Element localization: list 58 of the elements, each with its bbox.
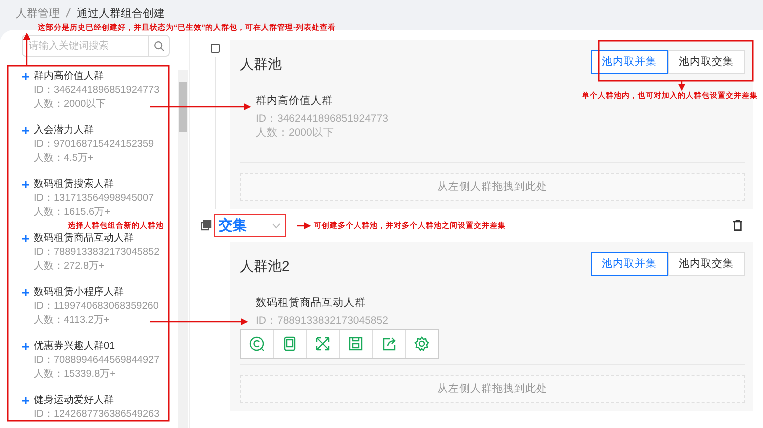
search-button[interactable] bbox=[148, 35, 170, 57]
member-name: 数码租赁商品互动人群 bbox=[256, 296, 366, 310]
audience-id: ID：1242687736386549263 bbox=[33, 408, 161, 422]
tablet-icon[interactable] bbox=[282, 336, 298, 352]
audience-id: ID：970168715424152359 bbox=[33, 138, 156, 152]
member-id: ID：3462441896851924773 bbox=[256, 112, 388, 126]
audience-id: ID：7088994644569844927 bbox=[33, 354, 161, 368]
audience-name[interactable]: 数码租赁小程序人群 bbox=[34, 286, 124, 300]
audience-name[interactable]: 优惠券兴趣人群01 bbox=[34, 340, 116, 354]
audience-count: 人数：2000以下 bbox=[33, 98, 108, 112]
mode-tab[interactable]: 池内取交集 bbox=[668, 50, 745, 74]
audience-count: 人数：4113.2万+ bbox=[33, 314, 111, 328]
audience-name[interactable]: 数码租赁搜索人群 bbox=[34, 178, 114, 192]
audience-count: 人数：15339.8万+ bbox=[33, 368, 117, 382]
member-id: ID：7889133832173045852 bbox=[256, 314, 388, 328]
mode-tab[interactable]: 池内取并集 bbox=[591, 252, 668, 276]
expand-icon[interactable] bbox=[315, 336, 331, 352]
search-icon bbox=[154, 40, 164, 52]
annotation-arrow bbox=[678, 81, 686, 92]
plus-icon[interactable] bbox=[22, 127, 30, 135]
breadcrumb-item: 通过人群组合创建 bbox=[77, 6, 165, 20]
audience-id: ID：1199740683068359260 bbox=[33, 300, 160, 314]
trash-icon[interactable] bbox=[733, 220, 743, 231]
plus-icon[interactable] bbox=[22, 343, 30, 351]
chevron-icon bbox=[272, 222, 281, 228]
plus-icon[interactable] bbox=[22, 73, 30, 81]
audience-name[interactable]: 健身运动爱好人群 bbox=[34, 394, 114, 408]
member-count: 人数：2000以下 bbox=[256, 126, 334, 140]
scrollbar[interactable] bbox=[178, 70, 188, 428]
plus-icon[interactable] bbox=[22, 181, 30, 189]
audience-name[interactable]: 入会潜力人群 bbox=[34, 124, 94, 138]
audience-id: ID：3462441896851924773 bbox=[33, 84, 161, 98]
mode-tab[interactable]: 池内取交集 bbox=[668, 252, 745, 276]
audience-name[interactable]: 数码租赁商品互动人群 bbox=[34, 232, 134, 246]
audience-count: 人数：4.5万+ bbox=[33, 152, 95, 166]
copy-icon[interactable] bbox=[201, 220, 212, 231]
audience-name[interactable]: 群内高价值人群 bbox=[34, 70, 104, 84]
pool-title: 人群池 bbox=[240, 55, 282, 74]
breadcrumb-separator-icon bbox=[66, 8, 71, 18]
annotation-arrow bbox=[297, 222, 312, 230]
checkbox-icon[interactable] bbox=[210, 44, 220, 53]
plus-icon[interactable] bbox=[22, 235, 30, 243]
operator-select[interactable]: 交集 bbox=[214, 214, 286, 237]
mode-tab[interactable]: 池内取并集 bbox=[591, 50, 668, 74]
share-icon[interactable] bbox=[381, 336, 397, 352]
plus-icon[interactable] bbox=[22, 397, 30, 405]
settings-icon[interactable] bbox=[414, 336, 430, 352]
audience-id: ID：7889133832173045852 bbox=[33, 246, 161, 260]
search-icon[interactable] bbox=[249, 336, 265, 352]
plus-icon[interactable] bbox=[22, 289, 30, 297]
pool-title: 人群池2 bbox=[240, 257, 290, 276]
search-field[interactable]: 请输入关键词搜索 bbox=[22, 35, 148, 57]
audience-count: 人数：1615.6万+ bbox=[33, 206, 112, 220]
annotation-arrow bbox=[23, 32, 31, 66]
save-icon[interactable] bbox=[348, 336, 364, 352]
audience-count: 人数：272.8万+ bbox=[33, 260, 106, 274]
member-name: 群内高价值人群 bbox=[256, 94, 333, 108]
audience-id: ID：131713564998945007 bbox=[33, 192, 156, 206]
